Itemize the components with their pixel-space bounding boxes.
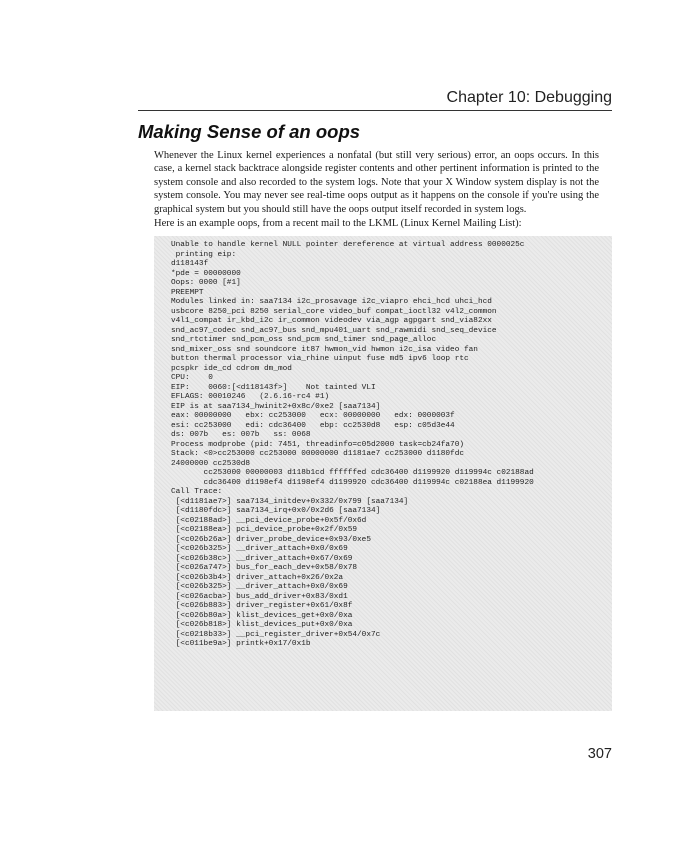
code-line: *pde = 00000000 xyxy=(171,269,241,278)
code-line: [<c026b325>] __driver_attach+0x0/0x69 xyxy=(171,545,348,553)
header-rule xyxy=(138,110,612,111)
code-line: snd_ac97_codec snd_ac97_bus snd_mpu401_u… xyxy=(171,326,497,335)
code-line: cdc36400 d1198ef4 d1198ef4 d1199920 cdc3… xyxy=(171,478,534,487)
code-line: EIP: 0060:[<d118143f>] Not tainted VLI xyxy=(171,383,376,392)
code-line: EIP is at saa7134_hwinit2+0x8c/0xe2 [saa… xyxy=(171,402,381,411)
code-line: [<c026acba>] bus_add_driver+0x83/0xd1 xyxy=(171,592,348,601)
code-line: [<c02188ea>] pci_device_probe+0x2f/0x59 xyxy=(171,526,358,534)
section-title: Making Sense of an oops xyxy=(138,121,361,142)
code-line: [<c02188ad>] __pci_device_probe+0x5f/0x6… xyxy=(171,516,367,525)
code-line: snd_mixer_oss snd soundcore it87 hwmon_v… xyxy=(171,345,478,354)
code-line: [<c026b80a>] klist_devices_get+0x0/0xa xyxy=(171,611,353,620)
code-line: [<c026b26a>] driver_probe_device+0x93/0x… xyxy=(171,535,371,544)
book-page: Chapter 10: Debugging Making Sense of an… xyxy=(0,0,700,848)
code-line: usbcore 8250_pci 8250 serial_core video_… xyxy=(171,307,497,316)
code-line: [<d1181ae7>] saa7134_initdev+0x332/0x799… xyxy=(171,497,409,506)
code-line: Oops: 0000 [#1] xyxy=(171,279,241,287)
code-line: button thermal processor via_rhine uinpu… xyxy=(171,355,469,363)
code-line: [<c026b3b4>] driver_attach+0x26/0x2a xyxy=(171,573,344,582)
code-line: CPU: 0 xyxy=(171,374,213,382)
code-line: esi: cc253000 edi: cdc36400 ebp: cc2530d… xyxy=(171,421,455,430)
code-line: ds: 007b es: 007b ss: 0068 xyxy=(171,431,311,439)
code-line: [<c026b38c>] __driver_attach+0x67/0x69 xyxy=(171,554,353,563)
code-line: snd_rtctimer snd_pcm_oss snd_pcm snd_tim… xyxy=(171,336,437,344)
code-line: 24000000 cc2530d8 xyxy=(171,459,251,468)
code-line: Process modprobe (pid: 7451, threadinfo=… xyxy=(171,440,464,449)
code-line: printing eip: xyxy=(171,250,237,259)
code-line: [<c026b325>] __driver_attach+0x0/0x69 xyxy=(171,583,348,591)
code-line: d118143f xyxy=(171,260,209,268)
code-line: [<c026a747>] bus_for_each_dev+0x58/0x78 xyxy=(171,564,358,572)
code-line: Unable to handle kernel NULL pointer der… xyxy=(171,241,525,249)
code-line: [<c0218b33>] __pci_register_driver+0x54/… xyxy=(171,630,381,639)
page-number: 307 xyxy=(587,746,612,762)
code-line: Stack: <0>cc253000 cc253000 00000000 d11… xyxy=(171,450,464,458)
oops-code-block: Unable to handle kernel NULL pointer der… xyxy=(154,236,612,711)
code-line: eax: 00000000 ebx: cc253000 ecx: 0000000… xyxy=(171,412,455,420)
code-line: [<c026b883>] driver_register+0x61/0x8f xyxy=(171,602,353,610)
example-intro-paragraph: Here is an example oops, from a recent m… xyxy=(154,218,522,229)
code-line: [<c011be9a>] printk+0x17/0x1b xyxy=(171,640,311,648)
code-line: v4l1_compat ir_kbd_i2c ir_common videode… xyxy=(171,317,492,325)
code-line: Modules linked in: saa7134 i2c_prosavage… xyxy=(171,298,492,306)
chapter-header: Chapter 10: Debugging xyxy=(446,89,612,106)
code-line: Call Trace: xyxy=(171,488,223,496)
code-line: [<c026b818>] klist_devices_put+0x0/0xa xyxy=(171,621,353,629)
code-line: PREEMPT xyxy=(171,288,204,297)
code-line: pcspkr ide_cd cdrom dm_mod xyxy=(171,364,292,373)
code-line: [<d1180fdc>] saa7134_irq+0x0/0x2d6 [saa7… xyxy=(171,507,381,515)
code-line: EFLAGS: 00010246 (2.6.16-rc4 #1) xyxy=(171,393,330,401)
code-line: cc253000 00000003 d118b1cd ffffffed cdc3… xyxy=(171,469,534,477)
intro-paragraph: Whenever the Linux kernel experiences a … xyxy=(154,150,599,215)
